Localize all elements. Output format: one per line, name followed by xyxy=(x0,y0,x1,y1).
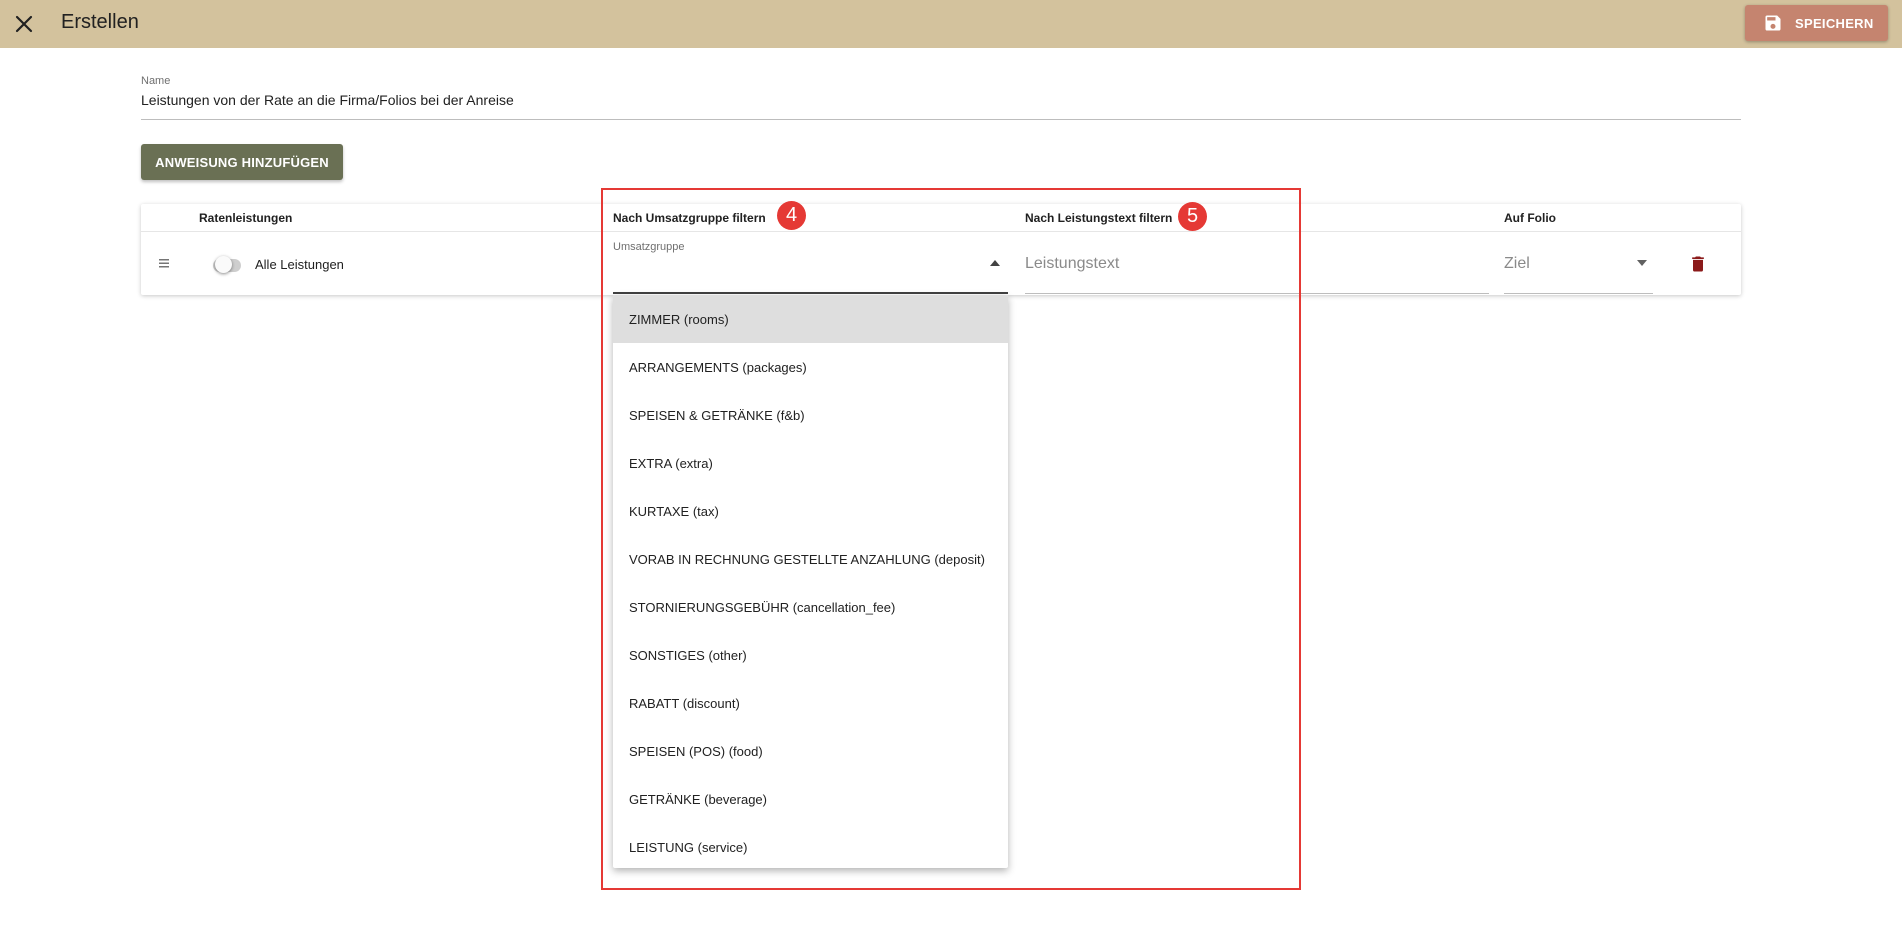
name-field[interactable]: Leistungen von der Rate an die Firma/Fol… xyxy=(141,92,514,108)
toggle-thumb xyxy=(215,256,232,273)
annotation-badge-4: 4 xyxy=(777,201,806,230)
revenue-group-select-underline xyxy=(613,292,1008,294)
trash-icon xyxy=(1692,256,1704,272)
name-field-underline xyxy=(141,119,1741,120)
all-services-label: Alle Leistungen xyxy=(255,257,344,272)
save-button-label: SPEICHERN xyxy=(1795,15,1874,31)
dropdown-option[interactable]: SPEISEN (POS) (food) xyxy=(613,727,1008,775)
annotation-badge-5: 5 xyxy=(1178,202,1207,231)
target-folio-underline xyxy=(1504,293,1653,294)
revenue-group-dropdown: ZIMMER (rooms) ARRANGEMENTS (packages) S… xyxy=(613,295,1008,868)
caret-up-icon xyxy=(990,260,1000,266)
dropdown-option[interactable]: KURTAXE (tax) xyxy=(613,487,1008,535)
close-icon xyxy=(15,15,33,33)
dropdown-option[interactable]: SONSTIGES (other) xyxy=(613,631,1008,679)
dropdown-option[interactable]: ARRANGEMENTS (packages) xyxy=(613,343,1008,391)
dropdown-option[interactable]: SPEISEN & GETRÄNKE (f&b) xyxy=(613,391,1008,439)
service-text-underline xyxy=(1025,293,1489,294)
dropdown-option[interactable]: VORAB IN RECHNUNG GESTELLTE ANZAHLUNG (d… xyxy=(613,535,1008,583)
dropdown-option[interactable]: STORNIERUNGSGEBÜHR (cancellation_fee) xyxy=(613,583,1008,631)
add-instruction-button[interactable]: ANWEISUNG HINZUFÜGEN xyxy=(141,144,343,180)
all-services-toggle[interactable] xyxy=(211,256,243,274)
target-folio-select[interactable]: Ziel xyxy=(1504,241,1653,294)
revenue-group-select-label: Umsatzgruppe xyxy=(613,241,685,253)
name-field-label: Name xyxy=(141,75,171,87)
save-button[interactable]: SPEICHERN xyxy=(1745,5,1888,41)
dropdown-option[interactable]: ZIMMER (rooms) xyxy=(613,295,1008,343)
close-button[interactable] xyxy=(10,10,38,38)
page-title: Erstellen xyxy=(61,11,139,33)
column-header-rate-services: Ratenleistungen xyxy=(199,211,293,225)
header-divider xyxy=(141,231,1741,232)
instructions-table: Ratenleistungen Nach Umsatzgruppe filter… xyxy=(141,204,1741,295)
service-text-field[interactable]: Leistungstext xyxy=(1025,241,1489,294)
service-text-input[interactable]: Leistungstext xyxy=(1025,255,1119,273)
drag-handle-icon[interactable] xyxy=(158,256,170,275)
revenue-group-select[interactable]: Umsatzgruppe xyxy=(613,241,1008,294)
column-header-revenue-group-filter: Nach Umsatzgruppe filtern xyxy=(613,211,766,225)
top-app-bar: Erstellen SPEICHERN xyxy=(0,0,1902,48)
column-header-target-folio: Auf Folio xyxy=(1504,211,1556,225)
dropdown-option[interactable]: LEISTUNG (service) xyxy=(613,823,1008,868)
floppy-disk-icon xyxy=(1765,15,1781,31)
dropdown-option[interactable]: EXTRA (extra) xyxy=(613,439,1008,487)
delete-row-button[interactable] xyxy=(1688,254,1708,279)
dropdown-option[interactable]: GETRÄNKE (beverage) xyxy=(613,775,1008,823)
caret-down-icon xyxy=(1637,260,1647,266)
column-header-service-text-filter: Nach Leistungstext filtern xyxy=(1025,211,1173,225)
target-folio-placeholder: Ziel xyxy=(1504,255,1530,272)
dropdown-option[interactable]: RABATT (discount) xyxy=(613,679,1008,727)
